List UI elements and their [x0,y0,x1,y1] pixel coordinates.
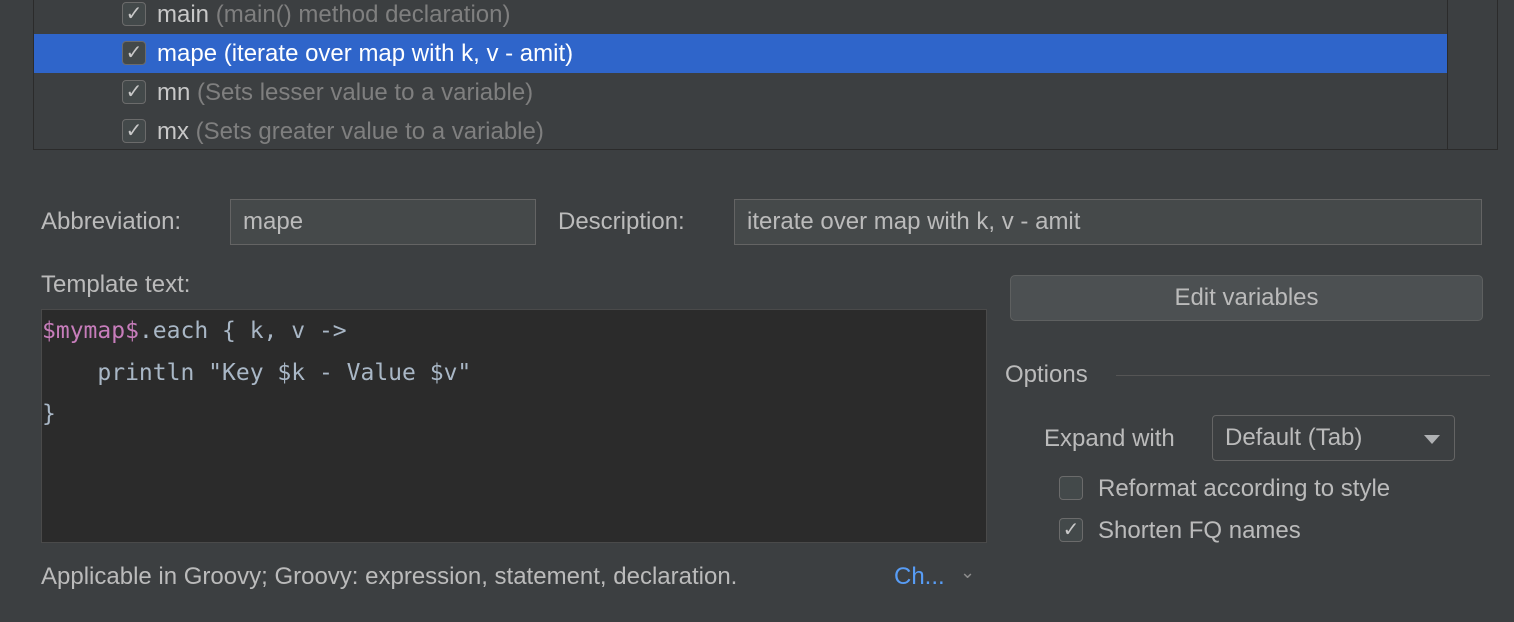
item-name: mx [157,118,189,145]
checkbox-checked-icon[interactable]: ✓ [122,41,146,65]
abbreviation-input[interactable]: mape [230,199,536,245]
code-variable: $mymap$ [42,318,139,344]
chevron-down-icon[interactable]: ⌄ [960,562,975,583]
item-name: main [157,1,210,28]
item-desc: (Sets lesser value to a variable) [197,79,534,106]
template-text-label: Template text: [41,271,191,298]
template-list[interactable]: ✓ main (main() method declaration) ✓ mape … [33,0,1498,150]
options-heading: Options [1005,361,1088,388]
item-desc: (iterate over map with k, v - amit) [223,40,574,67]
code-line: println "Key $k - Value $v" [42,360,472,386]
checkbox-checked-icon[interactable]: ✓ [122,2,146,26]
edit-variables-button[interactable]: Edit variables [1010,275,1483,321]
item-name: mn [157,79,191,106]
code-line: } [42,401,56,427]
list-item[interactable]: ✓ mn (Sets lesser value to a variable) [34,73,1447,112]
template-text-editor[interactable]: $mymap$.each { k, v -> println "Key $k -… [41,309,987,543]
expand-with-dropdown[interactable]: Default (Tab) [1212,415,1455,461]
description-label: Description: [558,208,685,235]
list-scrollbar[interactable] [1447,0,1498,149]
dropdown-value: Default (Tab) [1225,424,1363,451]
reformat-label: Reformat according to style [1098,475,1391,502]
shorten-fq-label: Shorten FQ names [1098,517,1301,544]
options-divider [1116,375,1490,376]
item-desc: (main() method declaration) [215,1,511,28]
chevron-down-icon [1424,435,1440,444]
change-contexts-link[interactable]: Ch... [894,563,945,591]
reformat-checkbox[interactable] [1059,476,1083,500]
code-line: .each { k, v -> [138,318,347,344]
list-item[interactable]: ✓ main (main() method declaration) [34,0,1447,34]
applicable-contexts-text: Applicable in Groovy; Groovy: expression… [41,563,738,590]
description-input[interactable]: iterate over map with k, v - amit [734,199,1482,245]
expand-with-label: Expand with [1044,425,1175,452]
checkbox-checked-icon[interactable]: ✓ [122,80,146,104]
list-item[interactable]: ✓ mx (Sets greater value to a variable) [34,112,1447,149]
item-name: mape [157,40,218,67]
abbreviation-label: Abbreviation: [41,208,182,235]
item-desc: (Sets greater value to a variable) [195,118,544,145]
list-item-selected[interactable]: ✓ mape (iterate over map with k, v - amit… [34,34,1447,73]
checkbox-checked-icon[interactable]: ✓ [122,119,146,143]
shorten-fq-checkbox[interactable]: ✓ [1059,518,1083,542]
